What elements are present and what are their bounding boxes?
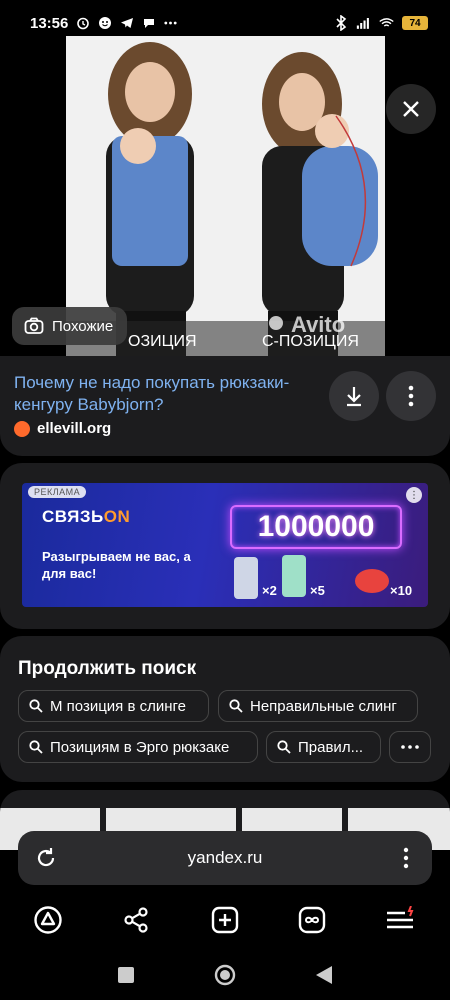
search-chip-label: Позициям в Эрго рюкзаке	[50, 738, 230, 756]
alarm-icon	[75, 16, 90, 31]
ad-brand-name: СВЯЗЬ	[42, 507, 104, 526]
more-chips-button[interactable]	[389, 731, 431, 763]
plus-square-icon	[211, 906, 239, 934]
search-icon	[229, 699, 243, 713]
new-tab-button[interactable]	[208, 903, 242, 937]
share-icon	[124, 907, 148, 933]
search-chip[interactable]: М позиция в слинге	[18, 690, 209, 722]
home-button[interactable]	[213, 963, 237, 987]
ad-badge: РЕКЛАМА	[28, 486, 87, 498]
ad-prize-amount: 1000000	[230, 505, 402, 549]
tabs-button[interactable]	[295, 903, 329, 937]
result-source[interactable]: ellevill.org	[14, 420, 111, 437]
download-icon	[347, 387, 361, 407]
recents-button[interactable]	[114, 963, 138, 987]
address-menu-button[interactable]	[394, 846, 418, 870]
ad-text: Разыгрываем не вас, а для вас!	[42, 549, 191, 581]
share-button[interactable]	[119, 903, 153, 937]
close-button[interactable]	[386, 84, 436, 134]
search-chip-label: Неправильные слинг	[250, 697, 397, 715]
system-navigation-bar	[0, 953, 450, 1000]
more-options-button[interactable]	[386, 371, 436, 421]
hamburger-menu-icon	[387, 906, 414, 929]
ad-options-icon[interactable]: ⋮	[406, 487, 422, 503]
continue-search-card: Продолжить поиск М позиция в слинге Непр…	[0, 636, 450, 782]
recents-square-icon	[118, 967, 134, 983]
search-chip[interactable]: Позициям в Эрго рюкзаке	[18, 731, 258, 763]
search-chip-label: Правил...	[298, 738, 364, 756]
close-icon	[403, 101, 419, 117]
alice-button[interactable]	[31, 903, 65, 937]
search-icon	[29, 740, 43, 754]
signal-icon	[356, 16, 371, 31]
alice-icon	[34, 906, 62, 934]
chat-icon	[141, 16, 156, 31]
ad-card: РЕКЛАМА ⋮ СВЯЗЬON Разыгрываем не вас, а …	[0, 463, 450, 629]
ad-mult-3: ×10	[390, 583, 412, 598]
search-icon	[277, 740, 291, 754]
download-button[interactable]	[329, 371, 379, 421]
search-chip[interactable]: Неправильные слинг	[218, 690, 418, 722]
similar-button-label: Похожие	[52, 317, 114, 335]
ad-brand-suffix: ON	[103, 507, 131, 526]
search-chip-label: М позиция в слинге	[50, 697, 187, 715]
more-vertical-icon	[408, 385, 414, 407]
search-chip[interactable]: Правил...	[266, 731, 381, 763]
status-time: 13:56	[30, 14, 69, 32]
browser-toolbar	[0, 885, 450, 953]
ad-brand: СВЯЗЬON	[42, 507, 130, 527]
ad-mult-1: ×2	[262, 583, 277, 598]
watermark: Avito	[291, 312, 345, 337]
address-bar[interactable]: yandex.ru	[18, 831, 432, 885]
menu-button[interactable]	[383, 903, 417, 937]
photo-caption-left: ОЗИЦИЯ	[128, 333, 197, 350]
more-dots-icon	[163, 16, 178, 31]
result-info-card: Почему не надо покупать рюкзаки-кенгуру …	[0, 356, 450, 456]
face-icon	[97, 16, 112, 31]
url-text[interactable]: yandex.ru	[18, 848, 432, 868]
more-vertical-icon	[403, 847, 409, 869]
result-title-link[interactable]: Почему не надо покупать рюкзаки-кенгуру …	[14, 372, 314, 416]
ad-prizes-graphic: ×2 ×5 ×10	[234, 555, 412, 599]
camera-icon	[24, 317, 44, 334]
back-button[interactable]	[312, 963, 336, 987]
tabs-icon	[298, 906, 326, 934]
bluetooth-icon	[333, 15, 348, 31]
battery-icon: 74	[402, 16, 428, 30]
wifi-icon	[379, 16, 394, 31]
ad-mult-2: ×5	[310, 583, 325, 598]
site-favicon-icon	[14, 420, 30, 437]
search-icon	[29, 699, 43, 713]
more-dots-icon	[401, 745, 419, 749]
back-triangle-icon	[316, 966, 332, 984]
similar-button[interactable]: Похожие	[12, 307, 128, 345]
ad-banner[interactable]: РЕКЛАМА ⋮ СВЯЗЬON Разыгрываем не вас, а …	[22, 483, 428, 607]
continue-search-title: Продолжить поиск	[18, 658, 197, 679]
source-domain: ellevill.org	[37, 420, 112, 437]
telegram-icon	[119, 16, 134, 31]
home-circle-icon	[214, 964, 236, 986]
